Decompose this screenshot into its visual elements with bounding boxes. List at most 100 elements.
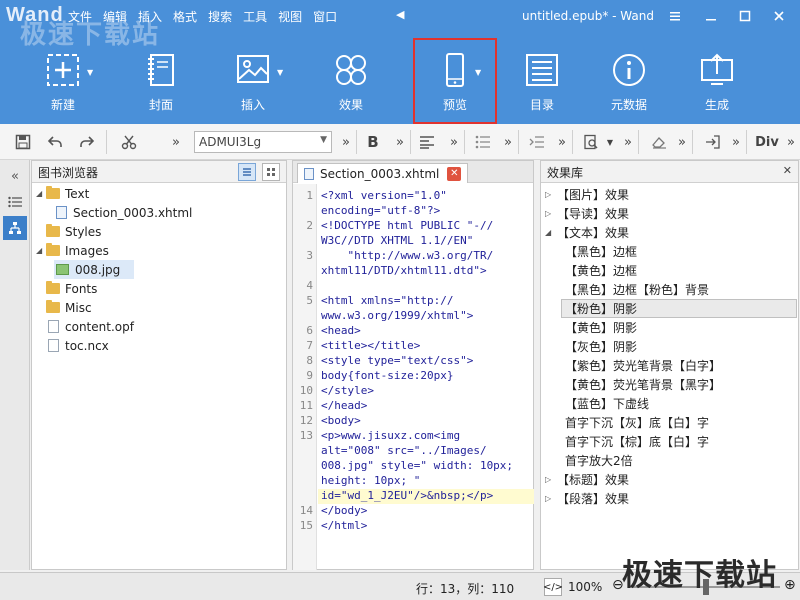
insert-button[interactable]: ▼ 插入 <box>213 40 293 116</box>
collapsed-arrow-icon[interactable]: ▷ <box>545 209 557 218</box>
code-view-icon[interactable]: </> <box>543 578 563 596</box>
div-button[interactable]: Div <box>752 132 782 152</box>
insert-tag-icon[interactable] <box>702 132 724 152</box>
code-line: </style> <box>321 384 374 397</box>
tree-item-images-folder[interactable]: ◢ Images <box>36 241 109 260</box>
effects-label: 效果 <box>338 98 363 112</box>
effect-item[interactable]: 【黄色】边框 <box>565 261 637 280</box>
expanded-arrow-icon[interactable]: ◢ <box>36 189 46 198</box>
effect-item[interactable]: 【黄色】荧光笔背景【黑字】 <box>565 375 721 394</box>
effect-item[interactable]: 【灰色】阴影 <box>565 337 637 356</box>
menu-search[interactable]: 搜索 <box>208 8 232 25</box>
new-button[interactable]: ▼ 新建 <box>23 40 103 116</box>
more-tools-icon[interactable]: » <box>168 132 184 152</box>
font-select[interactable]: ADMUI3Lg ▼ <box>194 131 332 153</box>
redo-icon[interactable] <box>76 132 98 152</box>
maximize-icon[interactable] <box>728 0 762 32</box>
more-tools-icon[interactable]: » <box>500 132 516 152</box>
more-tools-icon[interactable]: » <box>620 132 636 152</box>
metadata-button[interactable]: 元数据 <box>589 40 669 116</box>
minimize-icon[interactable] <box>694 0 728 32</box>
collapse-panel-icon[interactable]: « <box>3 164 27 188</box>
more-tools-icon[interactable]: » <box>338 132 354 152</box>
expanded-arrow-icon[interactable]: ◢ <box>36 246 46 255</box>
undo-icon[interactable] <box>44 132 66 152</box>
effect-item[interactable]: 【紫色】荧光笔背景【白字】 <box>565 356 721 375</box>
align-left-icon[interactable] <box>416 132 438 152</box>
toc-button[interactable]: 目录 <box>502 40 582 116</box>
effect-group-text[interactable]: ◢ 【文本】效果 <box>545 223 629 242</box>
tree-item-content-opf[interactable]: content.opf <box>48 317 134 336</box>
list-mode-icon[interactable] <box>238 163 256 181</box>
menu-edit[interactable]: 编辑 <box>103 8 127 25</box>
menu-tools[interactable]: 工具 <box>243 8 267 25</box>
zoom-in-icon[interactable]: ⊕ <box>784 577 796 593</box>
tree-item-text-folder[interactable]: ◢ Text <box>36 184 89 203</box>
more-tools-icon[interactable]: » <box>392 132 408 152</box>
menu-format[interactable]: 格式 <box>173 8 197 25</box>
chevron-down-icon[interactable]: ▼ <box>475 68 481 77</box>
effect-group-paragraph[interactable]: ▷ 【段落】效果 <box>545 489 629 508</box>
effect-item[interactable]: 首字下沉【灰】底【白】字 <box>565 413 709 432</box>
menu-view[interactable]: 视图 <box>278 8 302 25</box>
tree-item-fonts-folder[interactable]: Fonts <box>46 279 97 298</box>
effect-group-heading[interactable]: ▷ 【标题】效果 <box>545 470 629 489</box>
generate-label: 生成 <box>704 98 729 112</box>
chevron-down-icon[interactable]: ▼ <box>604 132 616 152</box>
effect-item[interactable]: 【黑色】边框 <box>565 242 637 261</box>
preview-button[interactable]: ▼ 预览 <box>413 38 497 124</box>
collapsed-arrow-icon[interactable]: ▷ <box>545 494 557 503</box>
generate-button[interactable]: 生成 <box>677 40 757 116</box>
chevron-down-icon[interactable]: ▼ <box>277 68 283 77</box>
more-tools-icon[interactable]: » <box>446 132 462 152</box>
tree-item-image-file[interactable]: 008.jpg <box>54 260 134 279</box>
effect-label: 【紫色】荧光笔背景【白字】 <box>565 359 722 373</box>
collapsed-arrow-icon[interactable]: ▷ <box>545 190 557 199</box>
effect-group-guide[interactable]: ▷ 【导读】效果 <box>545 204 629 223</box>
more-tools-icon[interactable]: » <box>674 132 690 152</box>
line-number: 2 <box>306 219 313 232</box>
save-icon[interactable] <box>12 132 34 152</box>
tree-item-section-file[interactable]: Section_0003.xhtml <box>56 203 192 222</box>
tree-item-misc-folder[interactable]: Misc <box>46 298 92 317</box>
close-window-icon[interactable] <box>762 0 796 32</box>
bold-button[interactable]: B <box>362 132 384 152</box>
menu-window[interactable]: 窗口 <box>313 8 337 25</box>
effect-item[interactable]: 首字放大2倍 <box>565 451 633 470</box>
more-tools-icon[interactable]: » <box>554 132 570 152</box>
effect-item-selected[interactable]: 【粉色】阴影 <box>561 299 797 318</box>
indent-icon[interactable] <box>526 132 548 152</box>
toolbar-divider <box>692 130 693 154</box>
eraser-icon[interactable] <box>648 132 670 152</box>
grid-mode-icon[interactable] <box>262 163 280 181</box>
chevron-down-icon[interactable]: ▼ <box>87 68 93 77</box>
expanded-arrow-icon[interactable]: ◢ <box>545 228 557 237</box>
effect-item[interactable]: 首字下沉【棕】底【白】字 <box>565 432 709 451</box>
tree-view-icon[interactable] <box>3 216 27 240</box>
toolbar-divider <box>518 130 519 154</box>
more-tools-icon[interactable]: » <box>728 132 744 152</box>
cut-icon[interactable] <box>118 132 140 152</box>
effects-button[interactable]: 效果 <box>311 40 391 116</box>
tab-section-0003[interactable]: Section_0003.xhtml ✕ <box>297 163 469 183</box>
tree-item-styles-folder[interactable]: Styles <box>46 222 101 241</box>
effect-item[interactable]: 【蓝色】下虚线 <box>565 394 649 413</box>
more-tools-icon[interactable]: » <box>784 132 798 152</box>
close-panel-icon[interactable]: ✕ <box>783 164 792 177</box>
effect-group-image[interactable]: ▷ 【图片】效果 <box>545 185 629 204</box>
options-icon[interactable] <box>658 0 692 32</box>
tree-item-toc-ncx[interactable]: toc.ncx <box>48 336 109 355</box>
cover-button[interactable]: 封面 <box>121 40 201 116</box>
bullet-list-icon[interactable] <box>472 132 494 152</box>
ribbon: Wand 极速下载站 文件 编辑 插入 格式 搜索 工具 视图 窗口 ◀ unt… <box>0 0 800 124</box>
code-line: <head> <box>321 324 361 337</box>
collapse-ribbon-icon[interactable]: ◀ <box>396 8 404 21</box>
list-view-icon[interactable] <box>3 190 27 214</box>
find-icon[interactable] <box>580 132 602 152</box>
effect-item[interactable]: 【黄色】阴影 <box>565 318 637 337</box>
menu-file[interactable]: 文件 <box>68 8 92 25</box>
effect-item[interactable]: 【黑色】边框【粉色】背景 <box>565 280 709 299</box>
menu-insert[interactable]: 插入 <box>138 8 162 25</box>
collapsed-arrow-icon[interactable]: ▷ <box>545 475 557 484</box>
close-tab-icon[interactable]: ✕ <box>447 166 462 181</box>
